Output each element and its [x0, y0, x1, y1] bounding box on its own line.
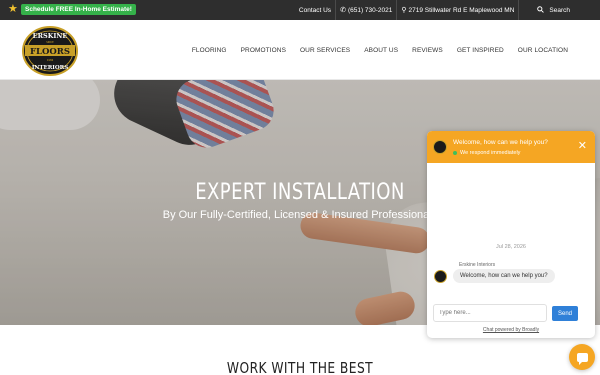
phone-icon: ✆ — [340, 7, 346, 14]
nav-item-promotions[interactable]: PROMOTIONS — [241, 47, 286, 54]
logo-text-top: ERSKINE — [33, 32, 68, 40]
chat-avatar — [433, 140, 447, 154]
top-utility-bar: ★ Schedule FREE In-Home Estimate! Contac… — [0, 0, 600, 20]
chat-message: Welcome, how can we help you? — [453, 269, 555, 283]
logo-text-bottom: INTERIORS — [32, 65, 68, 71]
phone-link[interactable]: ✆ (651) 730-2021 — [336, 0, 396, 20]
search-icon — [537, 5, 545, 15]
nav-item-about-us[interactable]: ABOUT US — [364, 47, 398, 54]
address-text: 2719 Stillwater Rd E Maplewood MN — [408, 6, 515, 14]
close-icon[interactable]: ✕ — [578, 140, 587, 152]
chat-date: Jul 28, 2026 — [496, 244, 526, 250]
erskine-floors-logo[interactable]: ERSKINE FLOORS SINCE 1986 INTERIORS — [22, 26, 78, 76]
chat-widget: Welcome, how can we help you? We respond… — [427, 131, 595, 338]
site-header: ERSKINE FLOORS SINCE 1986 INTERIORS FLOO… — [0, 20, 600, 80]
chat-agent-name: Erskine Interiors — [459, 262, 496, 268]
nav-item-our-location[interactable]: OUR LOCATION — [518, 47, 568, 54]
online-dot-icon — [453, 151, 457, 155]
free-estimate-button[interactable]: Schedule FREE In-Home Estimate! — [21, 4, 136, 15]
nav-item-get-inspired[interactable]: GET INSPIRED — [457, 47, 504, 54]
powered-by-link[interactable]: Chat powered by Broadly — [427, 327, 595, 333]
send-button[interactable]: Send — [552, 306, 578, 321]
chat-launcher-button[interactable] — [569, 344, 595, 370]
main-nav: FLOORING PROMOTIONS OUR SERVICES ABOUT U… — [192, 20, 568, 80]
phone-number: (651) 730-2021 — [347, 6, 393, 14]
chat-status: We respond immediately — [453, 150, 520, 156]
nav-item-reviews[interactable]: REVIEWS — [412, 47, 443, 54]
topbar-links: Contact Us ✆ (651) 730-2021 ⚲ 2719 Still… — [295, 0, 600, 20]
logo-text-main: FLOORS — [30, 47, 70, 57]
chat-bubble-icon — [576, 352, 588, 365]
logo-since: SINCE — [46, 40, 54, 44]
contact-us-link[interactable]: Contact Us — [295, 0, 335, 20]
section-title: WORK WITH THE BEST — [226, 359, 374, 375]
nav-item-flooring[interactable]: FLOORING — [192, 47, 227, 54]
map-pin-icon: ⚲ — [401, 7, 407, 14]
search-label: Search — [549, 6, 570, 14]
nav-item-our-services[interactable]: OUR SERVICES — [300, 47, 350, 54]
chat-input[interactable] — [433, 304, 547, 322]
chat-welcome-text: Welcome, how can we help you? — [453, 139, 548, 146]
search-button[interactable]: Search — [519, 0, 600, 20]
chat-status-text: We respond immediately — [460, 150, 521, 156]
chat-agent-avatar — [434, 270, 447, 283]
chat-header: Welcome, how can we help you? We respond… — [427, 131, 595, 163]
star-icon: ★ — [8, 3, 18, 15]
address-link[interactable]: ⚲ 2719 Stillwater Rd E Maplewood MN — [397, 0, 518, 20]
logo-year: 1986 — [47, 58, 54, 62]
